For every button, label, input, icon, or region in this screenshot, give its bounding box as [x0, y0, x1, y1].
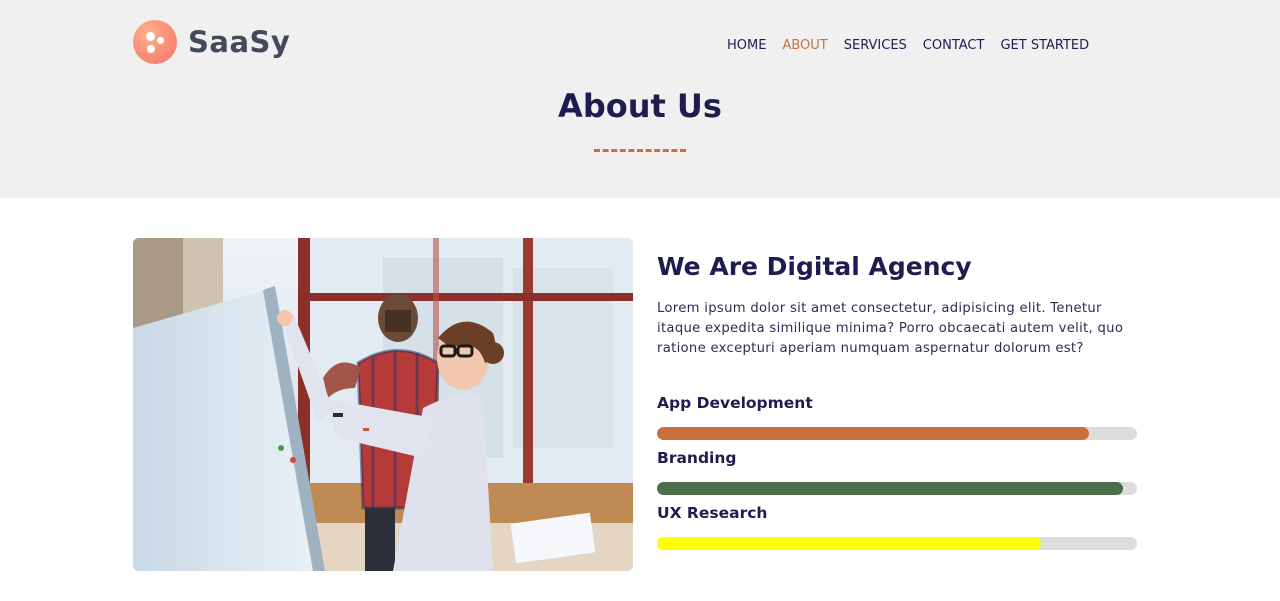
skill-label: App Development: [657, 394, 813, 412]
nav-contact-link[interactable]: CONTACT: [923, 38, 985, 53]
skill-progress-track: [657, 537, 1137, 550]
skill-app-development: App Development: [657, 394, 1137, 449]
skill-progress-fill: [657, 427, 1089, 440]
nav-services-link[interactable]: SERVICES: [844, 38, 907, 53]
skill-ux-research: UX Research: [657, 504, 1137, 559]
about-heading: We Are Digital Agency: [657, 252, 972, 281]
logo-dots-icon: [133, 20, 177, 64]
page-title: About Us: [558, 87, 722, 125]
title-divider: [594, 149, 686, 152]
nav-home-link[interactable]: HOME: [727, 38, 766, 53]
brand-logo[interactable]: SaaSy: [133, 20, 290, 64]
about-paragraph: Lorem ipsum dolor sit amet consectetur, …: [657, 301, 1124, 356]
about-section: We Are Digital Agency Lorem ipsum dolor …: [657, 252, 1137, 359]
skill-progress-track: [657, 427, 1137, 440]
skill-branding: Branding: [657, 449, 1137, 504]
skill-label: UX Research: [657, 504, 768, 522]
main-nav: HOME ABOUT SERVICES CONTACT GET STARTED: [727, 38, 1089, 53]
skill-label: Branding: [657, 449, 737, 467]
brand-name: SaaSy: [188, 25, 291, 59]
nav-get-started-link[interactable]: GET STARTED: [1000, 38, 1089, 53]
team-whiteboard-photo: [133, 238, 633, 571]
skills-list: App Development Branding UX Research: [657, 394, 1137, 559]
nav-about-link[interactable]: ABOUT: [782, 38, 827, 53]
page-header: SaaSy HOME ABOUT SERVICES CONTACT GET ST…: [0, 0, 1280, 198]
skill-progress-fill: [657, 537, 1041, 550]
skill-progress-fill: [657, 482, 1123, 495]
skill-progress-track: [657, 482, 1137, 495]
